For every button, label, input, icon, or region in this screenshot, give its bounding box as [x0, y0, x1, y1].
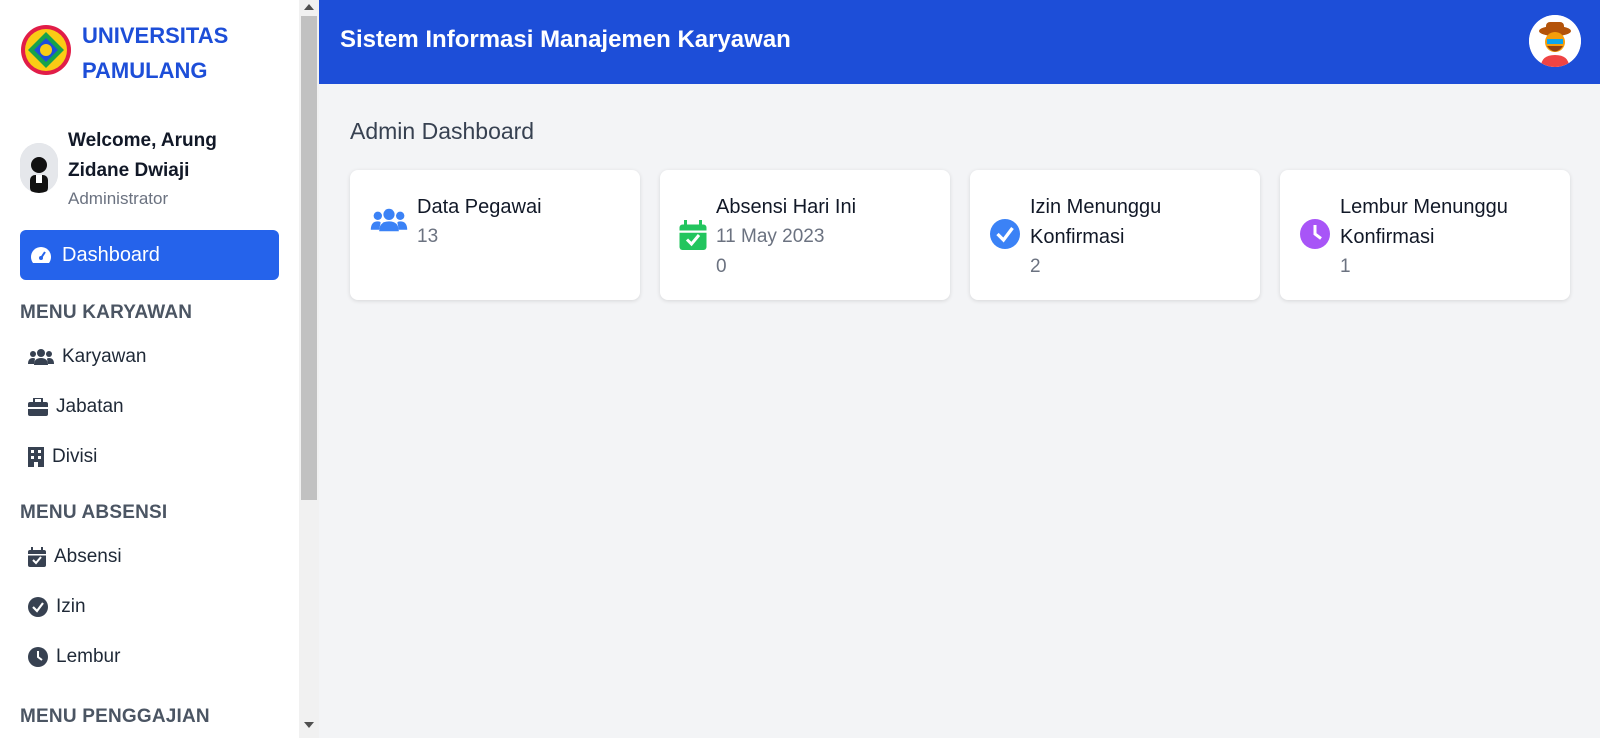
sidebar-item-absensi[interactable]: Absensi — [28, 542, 122, 572]
clock-icon — [28, 647, 48, 667]
card-value: 13 — [417, 226, 439, 247]
university-logo-icon — [21, 25, 71, 75]
brand-line-1: UNIVERSITAS — [82, 23, 229, 48]
sidebar: UNIVERSITAS PAMULANG Welcome, Arung Zida… — [0, 0, 299, 738]
sidebar-item-label: Absensi — [54, 546, 122, 567]
check-circle-icon — [990, 219, 1020, 249]
card-title: Data Pegawai — [417, 196, 542, 218]
sidebar-scrollbar[interactable] — [299, 0, 319, 738]
page-title: Admin Dashboard — [350, 118, 535, 144]
sidebar-item-label: Izin — [56, 596, 86, 617]
card-value: 2 — [1030, 256, 1041, 277]
brand-line-2: PAMULANG — [82, 58, 208, 83]
stat-card-absensi-hari-ini[interactable]: Absensi Hari Ini 11 May 2023 0 — [660, 170, 950, 300]
scroll-down-icon[interactable] — [304, 722, 314, 728]
avatar — [20, 143, 58, 193]
section-title-karyawan: MENU KARYAWAN — [20, 302, 193, 323]
calendar-check-icon — [28, 547, 46, 567]
user-role: Administrator — [68, 189, 169, 208]
scroll-thumb[interactable] — [301, 16, 317, 500]
card-title: Izin Menunggu Konfirmasi — [1030, 196, 1162, 248]
sidebar-item-label: Lembur — [56, 646, 121, 667]
app-title: Sistem Informasi Manajemen Karyawan — [340, 26, 791, 53]
sidebar-item-lembur[interactable]: Lembur — [28, 642, 120, 672]
stat-card-lembur-menunggu[interactable]: Lembur Menunggu Konfirmasi 1 — [1280, 170, 1570, 300]
stat-card-izin-menunggu[interactable]: Izin Menunggu Konfirmasi 2 — [970, 170, 1260, 300]
calendar-check-icon — [679, 220, 707, 250]
card-title: Lembur Menunggu Konfirmasi — [1340, 196, 1508, 248]
welcome-text: Welcome, Arung Zidane Dwiaji — [68, 130, 217, 181]
sidebar-item-divisi[interactable]: Divisi — [28, 442, 97, 472]
section-title-penggajian: MENU PENGGAJIAN — [20, 706, 210, 727]
card-value: 0 — [716, 256, 727, 277]
building-icon — [28, 447, 44, 467]
card-value: 1 — [1340, 256, 1351, 277]
briefcase-icon — [28, 398, 48, 416]
sidebar-item-label: Jabatan — [56, 396, 124, 417]
brand[interactable]: UNIVERSITAS PAMULANG — [20, 18, 228, 88]
users-icon — [28, 349, 54, 365]
clock-icon — [1300, 219, 1330, 249]
card-date: 11 May 2023 — [716, 226, 825, 247]
card-title: Absensi Hari Ini — [716, 196, 857, 218]
section-title-absensi: MENU ABSENSI — [20, 502, 168, 523]
dashboard-icon — [31, 247, 51, 263]
scroll-up-icon[interactable] — [304, 4, 314, 10]
sidebar-item-label: Karyawan — [62, 346, 147, 367]
header-avatar[interactable] — [1529, 15, 1581, 67]
stat-card-data-pegawai[interactable]: Data Pegawai 13 — [350, 170, 640, 300]
sidebar-item-izin[interactable]: Izin — [28, 592, 86, 622]
sidebar-item-label: Divisi — [52, 446, 98, 467]
sidebar-item-dashboard[interactable]: Dashboard — [20, 230, 279, 280]
user-profile: Welcome, Arung Zidane Dwiaji Administrat… — [20, 126, 238, 212]
sidebar-item-jabatan[interactable]: Jabatan — [28, 392, 124, 422]
sidebar-item-label: Dashboard — [62, 243, 160, 266]
check-circle-icon — [28, 597, 48, 617]
users-icon — [370, 208, 408, 232]
sidebar-item-karyawan[interactable]: Karyawan — [28, 342, 147, 372]
top-header: Sistem Informasi Manajemen Karyawan — [319, 0, 1600, 84]
